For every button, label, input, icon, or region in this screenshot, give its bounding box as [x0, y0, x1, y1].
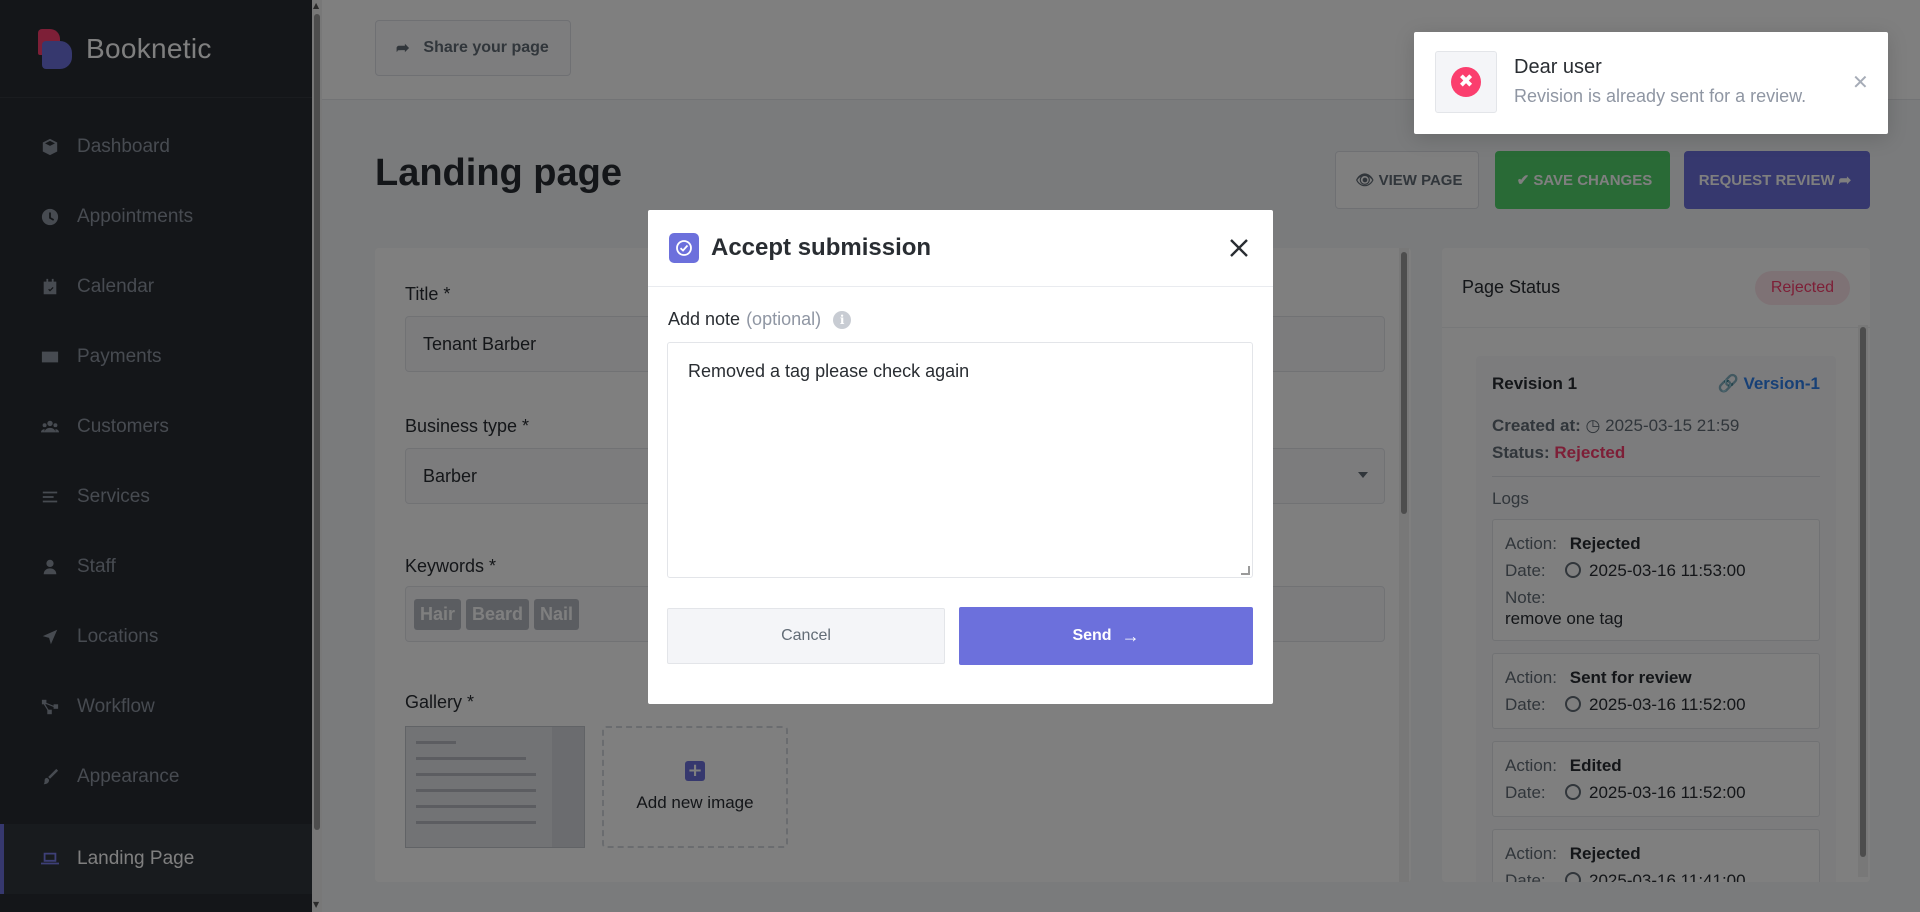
close-icon[interactable]: ✕: [1852, 70, 1869, 94]
note-textarea[interactable]: Removed a tag please check again: [667, 342, 1253, 578]
send-label: Send: [1072, 627, 1112, 644]
note-label-text: Add note: [668, 309, 741, 329]
error-icon: ✖: [1451, 67, 1481, 97]
modal-header: Accept submission: [648, 210, 1273, 287]
check-circle-icon: [669, 233, 699, 263]
arrow-right-icon: →: [1121, 625, 1140, 646]
send-button[interactable]: Send →: [959, 607, 1253, 665]
note-value: Removed a tag please check again: [688, 361, 970, 381]
accept-submission-modal: Accept submission Add note (optional) i …: [648, 210, 1273, 704]
close-icon[interactable]: [1227, 236, 1251, 260]
toast-title: Dear user: [1514, 56, 1602, 78]
toast-icon-box: ✖: [1435, 51, 1497, 113]
modal-title: Accept submission: [711, 234, 932, 261]
info-icon[interactable]: i: [833, 310, 852, 329]
toast-message: Revision is already sent for a review.: [1514, 86, 1807, 106]
resize-handle-icon[interactable]: [1241, 566, 1250, 575]
note-label: Add note (optional) i: [668, 309, 852, 330]
note-optional-text: (optional): [746, 309, 822, 329]
error-toast: ✖ Dear user Revision is already sent for…: [1414, 32, 1888, 134]
cancel-button[interactable]: Cancel: [667, 608, 945, 664]
